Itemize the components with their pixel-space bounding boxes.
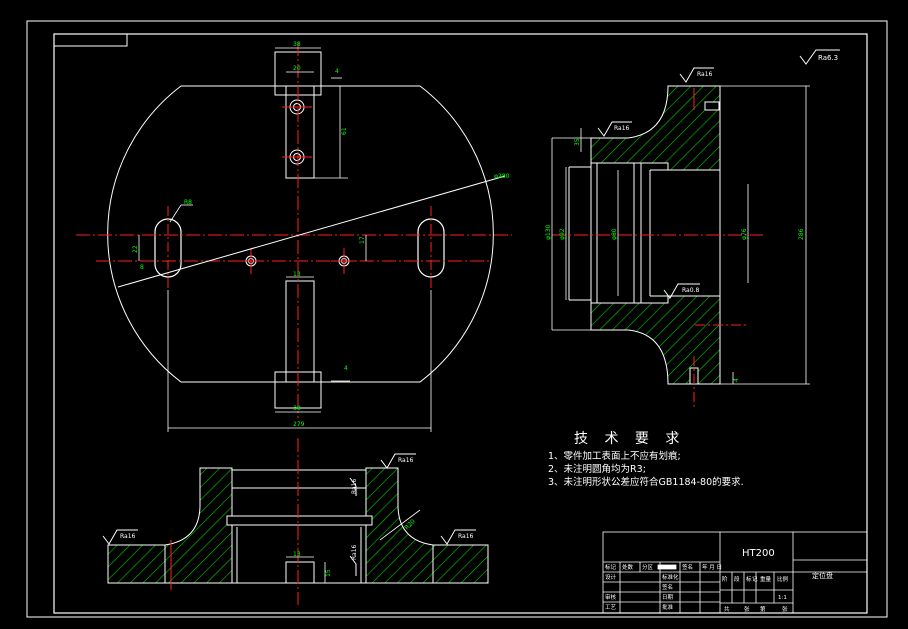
title-block-text: 标记 处数 分区 签名 年 月 日 设计 标准化 签名 审核 工艺 日期 批准 … — [605, 548, 833, 613]
section-left-boss — [164, 467, 233, 584]
section-view: 13 15 R20 Ra16 Ra16 Ra16 Ra16 Ra16 — [102, 438, 489, 605]
tb-part-name: 定位盘 — [812, 571, 833, 580]
side-upper-hatch — [590, 85, 721, 171]
tb-stage-3: 记 — [752, 576, 758, 583]
dim-small-step: 4 — [733, 378, 740, 382]
dim-step-dia: φ80 — [611, 228, 618, 240]
section-groove — [226, 515, 373, 526]
tb-label-count: 处数 — [622, 563, 634, 571]
tb-date-short: 日期 — [662, 594, 674, 601]
section-left-hatch — [107, 544, 166, 584]
dim-radius: R8 — [184, 199, 192, 206]
tb-label-date: 年 月 日 — [702, 563, 722, 571]
section-bottom-slot — [237, 561, 361, 584]
tb-stage-1: 段 — [734, 575, 740, 583]
dim-overall-width: 279 — [293, 421, 305, 428]
tb-label-sign: 签名 — [682, 563, 693, 571]
dim-inner-dia: φ76 — [741, 228, 748, 240]
tb-review: 审核 — [605, 593, 617, 601]
tb-sheet-num: 第 — [760, 605, 766, 613]
tb-sheet-total-unit: 张 — [744, 605, 750, 613]
side-pin-top — [704, 101, 720, 111]
dim-bottom-step: 4 — [344, 365, 348, 372]
tb-weight: 重量 — [760, 575, 772, 583]
code-box — [53, 33, 128, 47]
dim-slot-depth: 61 — [341, 127, 348, 135]
tb-process: 工艺 — [605, 604, 617, 611]
dim-overall-height: 286 — [798, 228, 805, 240]
top-view: 38 20 4 61 φ280 R8 22 8 17 13 38 279 4 — [76, 41, 512, 432]
general-roughness-label: Ra6.3 — [818, 54, 838, 62]
dim-hole-circle: φ280 — [494, 173, 510, 180]
section-dim-depth: 15 — [325, 569, 332, 577]
section-roughness-inner: Ra16 — [351, 544, 358, 560]
section-dim-inner: 13 — [293, 551, 301, 558]
tb-sheet-num-unit: 张 — [782, 605, 788, 613]
section-roughness-inner-top: Ra16 — [351, 478, 358, 494]
side-roughness-top: Ra16 — [697, 71, 713, 78]
dim-slot-offset: 22 — [132, 245, 139, 253]
dim-left-small: 8 — [140, 264, 144, 271]
tb-label-mark: 标记 — [605, 563, 617, 571]
side-view: φ130 φ92 φ80 φ76 286 4 35 Ra16 Ra16 Ra0.… — [545, 67, 810, 410]
dim-bore-dia: φ92 — [559, 228, 566, 240]
top-inner-slot — [285, 85, 315, 179]
tb-design: 设计 — [605, 573, 617, 581]
dim-bottom-outer: 38 — [293, 405, 301, 412]
tb-sign-short: 签名 — [662, 583, 673, 591]
side-roughness-bore: Ra0.8 — [682, 287, 699, 294]
section-right-hatch — [432, 544, 489, 584]
tb-approve: 批准 — [662, 603, 674, 611]
dim-right-offset: 17 — [359, 236, 366, 244]
section-roughness-left: Ra16 — [120, 533, 136, 540]
tb-sheet-total: 共 — [724, 605, 730, 613]
dim-bottom-inner: 13 — [293, 271, 301, 278]
section-roughness-top: Ra16 — [398, 457, 414, 464]
side-roughness-left: Ra16 — [614, 125, 630, 132]
section-roughness-right: Ra16 — [458, 533, 474, 540]
tech-req-item-3: 3、未注明形状公差应符合GB1184-80的要求. — [548, 477, 744, 488]
tb-standardize: 标准化 — [662, 573, 679, 581]
dim-top-inner: 20 — [293, 65, 301, 72]
side-lower-hatch — [590, 295, 721, 385]
top-view-outline — [107, 85, 494, 383]
tech-req-item-1: 1、零件加工表面上不应有划痕; — [548, 451, 681, 462]
dim-top-step: 4 — [335, 68, 339, 75]
general-roughness-symbol: Ra6.3 — [799, 49, 840, 65]
tb-scale: 1:1 — [778, 595, 787, 601]
cad-drawing-canvas: Ra6.3 38 20 4 61 φ280 R8 22 8 17 13 38 2… — [26, 20, 888, 618]
dim-flange-dia: φ130 — [545, 224, 552, 240]
tb-stage-0: 阶 — [722, 575, 728, 583]
outer-frame — [26, 20, 888, 618]
tb-label-zone: 分区 — [642, 563, 654, 571]
tb-scale-label: 比例 — [777, 575, 789, 583]
tb-material: HT200 — [742, 548, 775, 559]
section-fillet: R20 — [403, 518, 416, 531]
tech-req-item-2: 2、未注明圆角均为R3; — [548, 464, 646, 475]
tech-req-title: 技 术 要 求 — [574, 431, 686, 447]
inner-frame — [53, 33, 868, 614]
dim-top-outer: 38 — [293, 41, 301, 48]
bottom-inner-slot — [285, 280, 315, 383]
dim-left-step: 35 — [574, 138, 581, 146]
